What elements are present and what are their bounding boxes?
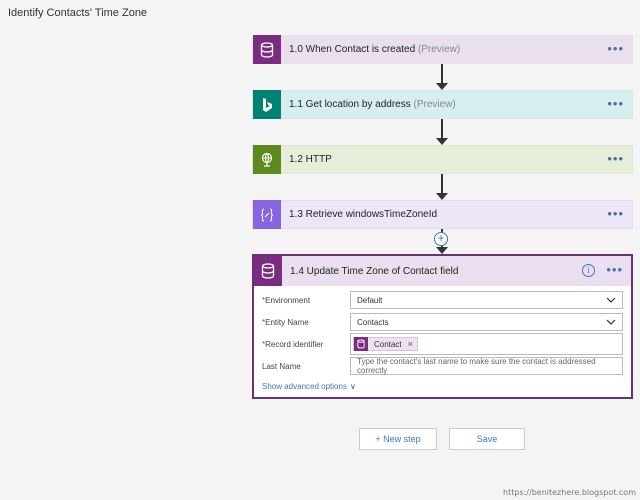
card-title: 1.4 Update Time Zone of Contact field: [290, 265, 459, 277]
connector-line: [441, 64, 443, 84]
step-label: 1.1 Get location by address (Preview): [289, 99, 456, 110]
field-label: *Entity Name: [262, 317, 309, 327]
record-identifier-input[interactable]: Contact ×: [350, 333, 623, 355]
new-step-button[interactable]: + New step: [359, 428, 437, 450]
connector-line: [441, 119, 443, 139]
database-icon: [254, 256, 282, 286]
field-record-identifier: *Record identifier Contact ×: [262, 333, 623, 355]
dynamic-content-token[interactable]: Contact ×: [353, 337, 418, 351]
link-label: Show advanced options: [262, 382, 347, 391]
connector-line: [441, 174, 443, 194]
insert-step-button[interactable]: +: [434, 232, 448, 246]
last-name-input[interactable]: Type the contact's last name to make sur…: [350, 357, 623, 375]
watermark: https://benitezhere.blogspot.com: [503, 488, 636, 497]
chevron-down-icon: ∨: [349, 382, 356, 391]
field-label: *Environment: [262, 295, 311, 305]
arrow-down-icon: [436, 83, 448, 90]
select-value: Contacts: [357, 317, 389, 327]
chevron-down-icon: [606, 297, 616, 303]
select-value: Default: [357, 295, 383, 305]
field-label: Last Name: [262, 361, 301, 371]
arrow-down-icon: [436, 138, 448, 145]
more-options-icon[interactable]: •••: [607, 97, 624, 110]
environment-select[interactable]: Default: [350, 291, 623, 309]
step-when-contact-created[interactable]: 1.0 When Contact is created (Preview) ••…: [252, 35, 633, 64]
arrow-down-icon: [436, 247, 448, 254]
entity-name-select[interactable]: Contacts: [350, 313, 623, 331]
input-placeholder: Type the contact's last name to make sur…: [357, 357, 596, 375]
info-icon[interactable]: i: [582, 264, 595, 277]
database-icon: [253, 35, 281, 64]
step-retrieve-timezone[interactable]: 1.3 Retrieve windowsTimeZoneId •••: [252, 200, 633, 229]
more-options-icon[interactable]: •••: [607, 42, 624, 55]
more-options-icon[interactable]: •••: [607, 152, 624, 165]
token-label: Contact: [374, 339, 402, 349]
field-label: *Record identifier: [262, 339, 324, 349]
remove-token-icon[interactable]: ×: [408, 339, 413, 349]
step-label: 1.2 HTTP: [289, 154, 332, 165]
show-advanced-options-link[interactable]: Show advanced options ∨: [262, 382, 356, 391]
expression-icon: [253, 200, 281, 229]
step-label: 1.3 Retrieve windowsTimeZoneId: [289, 209, 438, 220]
bing-icon: [253, 90, 281, 119]
card-header[interactable]: 1.4 Update Time Zone of Contact field i …: [254, 256, 631, 286]
field-last-name: Last Name Type the contact's last name t…: [262, 357, 623, 375]
flow-title: Identify Contacts' Time Zone: [8, 7, 148, 19]
more-options-icon[interactable]: •••: [606, 263, 623, 276]
save-button[interactable]: Save: [449, 428, 525, 450]
more-options-icon[interactable]: •••: [607, 207, 624, 220]
step-http[interactable]: 1.2 HTTP •••: [252, 145, 633, 174]
step-update-timezone-card: 1.4 Update Time Zone of Contact field i …: [252, 254, 633, 399]
field-environment: *Environment Default: [262, 291, 623, 309]
database-icon: [354, 337, 368, 351]
chevron-down-icon: [606, 319, 616, 325]
step-get-location[interactable]: 1.1 Get location by address (Preview) ••…: [252, 90, 633, 119]
step-label: 1.0 When Contact is created (Preview): [289, 44, 461, 55]
field-entity-name: *Entity Name Contacts: [262, 313, 623, 331]
globe-icon: [253, 145, 281, 174]
arrow-down-icon: [436, 193, 448, 200]
